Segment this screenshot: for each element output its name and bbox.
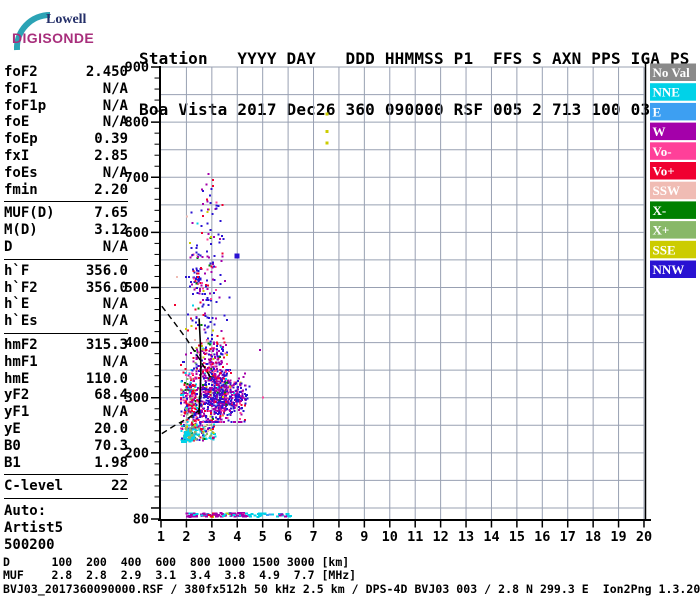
svg-text:5: 5 bbox=[259, 529, 267, 545]
svg-text:17: 17 bbox=[560, 529, 576, 545]
svg-text:19: 19 bbox=[610, 529, 626, 545]
svg-text:4: 4 bbox=[233, 529, 241, 545]
gridlines bbox=[160, 66, 645, 519]
legend-label: X- bbox=[653, 203, 667, 218]
distance-row: D 100 200 400 600 800 1000 1500 3000 [km… bbox=[3, 555, 350, 569]
direction-color-legend: No Val NNE EW Vo- Vo+ SSW X- X+ SSE NNW bbox=[650, 63, 696, 278]
svg-text:20: 20 bbox=[636, 529, 652, 545]
svg-text:7: 7 bbox=[309, 529, 317, 545]
axes bbox=[151, 63, 651, 528]
legend-label: Vo- bbox=[653, 144, 672, 159]
svg-text:80: 80 bbox=[133, 512, 149, 528]
svg-text:1: 1 bbox=[157, 529, 165, 545]
svg-text:3: 3 bbox=[208, 529, 216, 545]
legend-label: E bbox=[653, 104, 662, 119]
ionogram-plot: 1 2 3 4 5 6 7 8 9 10 11 12 13 14 15 16 17 18 19 20200300400… bbox=[125, 60, 696, 545]
axis-tick-labels: 1 2 3 4 5 6 7 8 9 10 11 12 13 14 15 16 17 18 19 20200300400… bbox=[125, 60, 653, 545]
svg-text:11: 11 bbox=[407, 529, 423, 545]
ionogram-window: Lowell DIGISONDE Station YYYY DAY DDD HH… bbox=[0, 0, 700, 600]
legend-label: NNW bbox=[653, 262, 685, 277]
legend-label: W bbox=[653, 124, 666, 139]
legend-label: NNE bbox=[653, 85, 680, 100]
svg-text:16: 16 bbox=[534, 529, 550, 545]
svg-text:8: 8 bbox=[335, 529, 343, 545]
svg-text:12: 12 bbox=[432, 529, 448, 545]
svg-text:700: 700 bbox=[125, 170, 149, 186]
svg-text:600: 600 bbox=[125, 225, 149, 241]
svg-text:15: 15 bbox=[509, 529, 525, 545]
legend-label: No Val bbox=[653, 65, 691, 80]
svg-text:200: 200 bbox=[125, 445, 149, 461]
legend-label: SSW bbox=[653, 183, 680, 198]
svg-text:10: 10 bbox=[382, 529, 398, 545]
svg-text:14: 14 bbox=[483, 529, 499, 545]
svg-text:300: 300 bbox=[125, 390, 149, 406]
svg-text:9: 9 bbox=[360, 529, 368, 545]
legend-label: X+ bbox=[653, 223, 670, 238]
svg-text:900: 900 bbox=[125, 60, 149, 76]
svg-text:13: 13 bbox=[458, 529, 474, 545]
svg-text:2: 2 bbox=[182, 529, 190, 545]
muf-row: MUF 2.8 2.8 2.9 3.1 3.4 3.8 4.9 7.7 [MHz… bbox=[3, 568, 357, 582]
svg-text:6: 6 bbox=[284, 529, 292, 545]
svg-text:800: 800 bbox=[125, 115, 149, 131]
svg-text:400: 400 bbox=[125, 335, 149, 351]
file-info-row: BVJ03_2017360090000.RSF / 380fx512h 50 k… bbox=[3, 582, 700, 596]
legend-label: Vo+ bbox=[653, 164, 675, 179]
legend-label: SSE bbox=[653, 242, 676, 257]
svg-text:18: 18 bbox=[585, 529, 601, 545]
svg-text:500: 500 bbox=[125, 280, 149, 296]
